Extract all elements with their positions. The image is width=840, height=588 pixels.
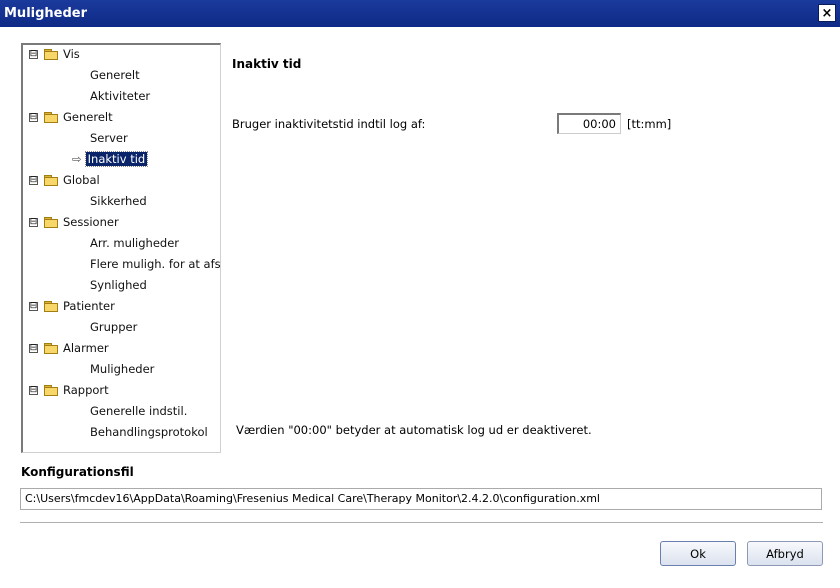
inactivity-label: Bruger inaktivitetstid indtil log af: — [232, 117, 426, 131]
config-path-field[interactable]: C:\Users\fmcdev16\AppData\Roaming\Fresen… — [20, 488, 822, 510]
window-title: Muligheder — [4, 6, 88, 21]
tree-group-rapport[interactable]: ⊟ Rapport — [29, 381, 109, 399]
cancel-button[interactable]: Afbryd — [747, 541, 823, 566]
inactivity-time-input[interactable]: 00:00 — [557, 113, 621, 134]
tree-group-label: Alarmer — [63, 341, 109, 355]
tree-group-label: Rapport — [63, 383, 109, 397]
folder-icon — [44, 342, 58, 354]
collapse-icon[interactable]: ⊟ — [29, 112, 38, 122]
tree-group-label: Global — [63, 173, 100, 187]
folder-icon — [44, 300, 58, 312]
tree-group-generelt[interactable]: ⊟ Generelt — [29, 108, 113, 126]
ok-button[interactable]: Ok — [660, 541, 736, 566]
folder-icon — [44, 48, 58, 60]
tree-item-server[interactable]: Server — [90, 129, 128, 147]
folder-icon — [44, 216, 58, 228]
folder-icon — [44, 111, 58, 123]
collapse-icon[interactable]: ⊟ — [29, 385, 38, 395]
tree-item-label: Sikkerhed — [90, 194, 147, 208]
tree-item-label: Grupper — [90, 320, 138, 334]
inactivity-note: Værdien "00:00" betyder at automatisk lo… — [236, 423, 592, 437]
tree-group-label: Patienter — [63, 299, 115, 313]
tree-item-aktiviteter[interactable]: Aktiviteter — [90, 87, 150, 105]
inactivity-unit-label: [tt:mm] — [627, 117, 672, 131]
collapse-icon[interactable]: ⊟ — [29, 49, 38, 59]
tree-item-muligheder[interactable]: Muligheder — [90, 360, 154, 378]
tree-item-inaktiv-tid[interactable]: ⇨ Inaktiv tid — [72, 150, 149, 168]
tree-item-label: Behandlingsprotokol — [90, 425, 208, 439]
folder-icon — [44, 384, 58, 396]
tree-group-label: Sessioner — [63, 215, 119, 229]
tree-group-vis[interactable]: ⊟ Vis — [29, 45, 80, 63]
tree-group-global[interactable]: ⊟ Global — [29, 171, 100, 189]
tree-item-label: Generelle indstil. — [90, 404, 188, 418]
tree-item-label: Muligheder — [90, 362, 155, 376]
divider — [20, 522, 823, 524]
options-tree[interactable]: ⊟ Vis Generelt Aktiviteter ⊟ Generelt Se… — [21, 43, 221, 453]
config-title: Konfigurationsfil — [21, 465, 134, 479]
tree-group-label: Generelt — [63, 110, 113, 124]
folder-icon — [44, 174, 58, 186]
tree-item-label: Synlighed — [90, 278, 147, 292]
tree-item-arr-muligheder[interactable]: Arr. muligheder — [90, 234, 179, 252]
tree-item-label: Inaktiv tid — [84, 151, 149, 167]
close-button[interactable]: × — [818, 4, 836, 22]
tree-group-patienter[interactable]: ⊟ Patienter — [29, 297, 115, 315]
tree-item-synlighed[interactable]: Synlighed — [90, 276, 147, 294]
collapse-icon[interactable]: ⊟ — [29, 175, 38, 185]
tree-item-label: Generelt — [90, 68, 140, 82]
tree-item-generelle-indstil[interactable]: Generelle indstil. — [90, 402, 187, 420]
tree-item-label: Server — [90, 131, 128, 145]
tree-item-label: Aktiviteter — [90, 89, 151, 103]
panel-title: Inaktiv tid — [232, 57, 302, 71]
tree-item-behandlingsprotokol[interactable]: Behandlingsprotokol — [90, 423, 208, 441]
tree-item-sikkerhed[interactable]: Sikkerhed — [90, 192, 147, 210]
collapse-icon[interactable]: ⊟ — [29, 217, 38, 227]
selected-arrow-icon: ⇨ — [72, 152, 82, 166]
title-bar: Muligheder × — [0, 0, 840, 27]
tree-item-generelt[interactable]: Generelt — [90, 66, 140, 84]
tree-item-flere-muligheder[interactable]: Flere muligh. for at afslutte — [90, 255, 221, 273]
tree-item-grupper[interactable]: Grupper — [90, 318, 137, 336]
collapse-icon[interactable]: ⊟ — [29, 301, 38, 311]
tree-item-label: Arr. muligheder — [90, 236, 180, 250]
tree-item-label: Flere muligh. for at afslutte — [90, 257, 221, 271]
tree-group-alarmer[interactable]: ⊟ Alarmer — [29, 339, 109, 357]
collapse-icon[interactable]: ⊟ — [29, 343, 38, 353]
tree-group-label: Vis — [63, 47, 80, 61]
tree-group-sessioner[interactable]: ⊟ Sessioner — [29, 213, 119, 231]
close-icon: × — [821, 5, 833, 21]
